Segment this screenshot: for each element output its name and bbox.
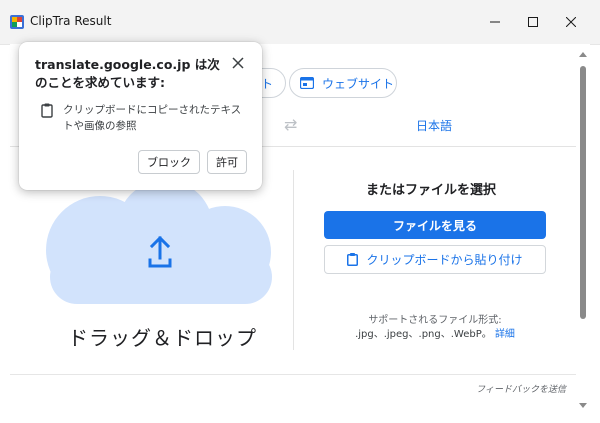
choose-file-heading: またはファイルを選択 <box>366 183 497 198</box>
permission-title: translate.google.co.jp は次のことを求めています: <box>35 57 220 90</box>
minimize-button[interactable] <box>480 8 510 36</box>
clipboard-permission-icon <box>41 103 53 118</box>
send-feedback-link[interactable]: フィードバックを送信 <box>476 382 566 395</box>
close-icon <box>566 17 576 27</box>
app-window: ClipTra Result ト ウェブサイト ⇄ 日本語 ドラッグ＆ドロップ … <box>0 0 600 423</box>
drag-drop-label: ドラッグ＆ドロップ <box>68 326 257 350</box>
app-icon <box>10 15 24 29</box>
tab-websites-label: ウェブサイト <box>322 76 395 91</box>
permission-description: クリップボードにコピーされたテキストや画像の参照 <box>63 104 242 132</box>
title-bar: ClipTra Result <box>0 0 600 45</box>
formats-list: .jpg、.jpeg、.png、.WebP。 <box>355 329 492 340</box>
allow-button[interactable]: 許可 <box>207 150 247 174</box>
vertical-scrollbar[interactable] <box>576 44 590 414</box>
paste-from-clipboard-button[interactable]: クリップボードから貼り付け <box>324 245 546 274</box>
target-language-tab[interactable]: 日本語 <box>416 117 452 134</box>
close-window-button[interactable] <box>556 8 586 36</box>
minimize-icon <box>490 21 500 23</box>
tab-websites[interactable]: ウェブサイト <box>289 68 397 98</box>
browse-files-button[interactable]: ファイルを見る <box>324 211 546 239</box>
supported-formats-label: サポートされるファイル形式: <box>368 315 502 326</box>
swap-languages-icon[interactable]: ⇄ <box>284 115 297 134</box>
scroll-down-icon[interactable] <box>579 403 587 408</box>
supported-formats: .jpg、.jpeg、.png、.WebP。 詳細 <box>324 325 546 340</box>
column-divider <box>293 170 294 350</box>
clipboard-icon <box>347 253 359 266</box>
scroll-up-icon[interactable] <box>579 52 587 57</box>
scrollbar-thumb[interactable] <box>580 66 586 319</box>
upload-cloud-icon[interactable] <box>30 180 286 304</box>
permission-popup: translate.google.co.jp は次のことを求めています: クリッ… <box>19 42 262 190</box>
details-link[interactable]: 詳細 <box>495 329 515 340</box>
block-button[interactable]: ブロック <box>138 150 200 174</box>
maximize-button[interactable] <box>518 8 548 36</box>
maximize-icon <box>528 17 538 27</box>
paste-button-label: クリップボードから貼り付け <box>366 253 523 267</box>
footer-divider <box>10 374 576 375</box>
close-popup-icon[interactable] <box>231 56 245 70</box>
website-icon <box>300 77 314 89</box>
window-title: ClipTra Result <box>30 14 112 28</box>
tab-documents-label: ト <box>261 76 274 91</box>
